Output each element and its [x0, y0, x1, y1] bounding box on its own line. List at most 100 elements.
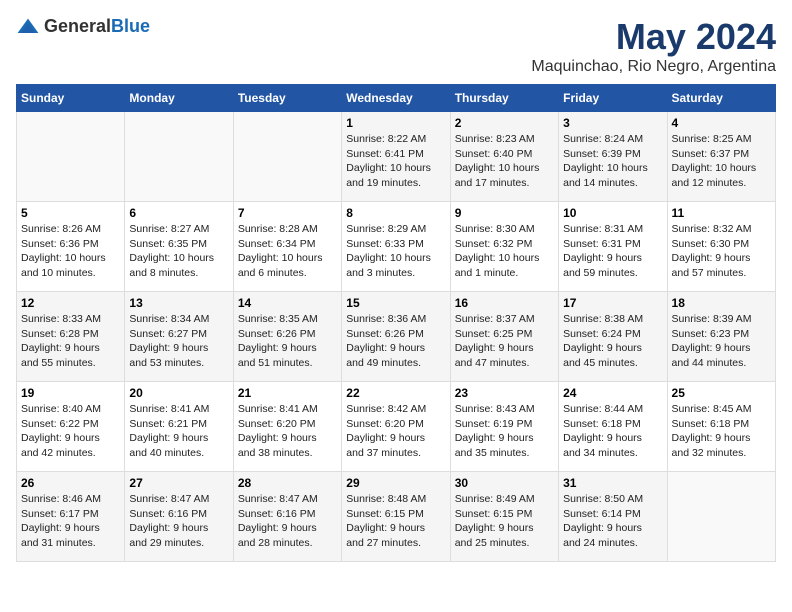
logo: GeneralBlue: [16, 16, 150, 37]
calendar-cell: 2Sunrise: 8:23 AM Sunset: 6:40 PM Daylig…: [450, 112, 558, 202]
header-day: Monday: [125, 85, 233, 112]
day-info: Sunrise: 8:49 AM Sunset: 6:15 PM Dayligh…: [455, 492, 554, 551]
title-area: May 2024 Maquinchao, Rio Negro, Argentin…: [531, 16, 776, 76]
day-number: 20: [129, 386, 228, 400]
calendar-cell: 24 Sunrise: 8:44 AM Sunset: 6:18 PM Dayli…: [559, 382, 667, 472]
day-number: 30: [455, 476, 554, 490]
calendar-cell: 18Sunrise: 8:39 AM Sunset: 6:23 PM Dayli…: [667, 292, 775, 382]
day-number: 31: [563, 476, 662, 490]
day-info: Sunrise: 8:39 AM Sunset: 6:23 PM Dayligh…: [672, 312, 771, 371]
day-number: 16: [455, 296, 554, 310]
header-day: Saturday: [667, 85, 775, 112]
calendar-cell: 10Sunrise: 8:31 AM Sunset: 6:31 PM Dayli…: [559, 202, 667, 292]
calendar-week-row: 1 Sunrise: 8:22 AM Sunset: 6:41 PM Daylig…: [17, 112, 776, 202]
calendar-cell: 6 Sunrise: 8:27 AM Sunset: 6:35 PM Daylig…: [125, 202, 233, 292]
calendar-cell: 4 Sunrise: 8:25 AM Sunset: 6:37 PM Daylig…: [667, 112, 775, 202]
calendar-cell: 1 Sunrise: 8:22 AM Sunset: 6:41 PM Daylig…: [342, 112, 450, 202]
header-day: Friday: [559, 85, 667, 112]
calendar-week-row: 26Sunrise: 8:46 AM Sunset: 6:17 PM Dayli…: [17, 472, 776, 562]
header-day: Tuesday: [233, 85, 341, 112]
day-number: 4: [672, 116, 771, 130]
day-info: Sunrise: 8:25 AM Sunset: 6:37 PM Dayligh…: [672, 132, 771, 191]
calendar-cell: 12 Sunrise: 8:33 AM Sunset: 6:28 PM Dayli…: [17, 292, 125, 382]
main-title: May 2024: [531, 16, 776, 58]
subtitle: Maquinchao, Rio Negro, Argentina: [531, 58, 776, 76]
calendar-cell: 7 Sunrise: 8:28 AM Sunset: 6:34 PM Daylig…: [233, 202, 341, 292]
day-info: Sunrise: 8:50 AM Sunset: 6:14 PM Dayligh…: [563, 492, 662, 551]
day-info: Sunrise: 8:40 AM Sunset: 6:22 PM Dayligh…: [21, 402, 120, 461]
logo-text-blue: Blue: [111, 16, 150, 36]
calendar-cell: 9 Sunrise: 8:30 AM Sunset: 6:32 PM Daylig…: [450, 202, 558, 292]
calendar-cell: 27Sunrise: 8:47 AM Sunset: 6:16 PM Dayli…: [125, 472, 233, 562]
day-number: 7: [238, 206, 337, 220]
calendar-cell: [667, 472, 775, 562]
day-info: Sunrise: 8:33 AM Sunset: 6:28 PM Dayligh…: [21, 312, 120, 371]
calendar-cell: [233, 112, 341, 202]
calendar-cell: 5 Sunrise: 8:26 AM Sunset: 6:36 PM Daylig…: [17, 202, 125, 292]
calendar-cell: 14 Sunrise: 8:35 AM Sunset: 6:26 PM Dayli…: [233, 292, 341, 382]
day-info: Sunrise: 8:44 AM Sunset: 6:18 PM Dayligh…: [563, 402, 662, 461]
day-number: 14: [238, 296, 337, 310]
calendar-cell: 20 Sunrise: 8:41 AM Sunset: 6:21 PM Dayli…: [125, 382, 233, 472]
day-number: 17: [563, 296, 662, 310]
day-info: Sunrise: 8:47 AM Sunset: 6:16 PM Dayligh…: [129, 492, 228, 551]
day-info: Sunrise: 8:36 AM Sunset: 6:26 PM Dayligh…: [346, 312, 445, 371]
day-number: 29: [346, 476, 445, 490]
day-number: 1: [346, 116, 445, 130]
header-row: SundayMondayTuesdayWednesdayThursdayFrid…: [17, 85, 776, 112]
day-info: Sunrise: 8:34 AM Sunset: 6:27 PM Dayligh…: [129, 312, 228, 371]
day-number: 3: [563, 116, 662, 130]
day-number: 10: [563, 206, 662, 220]
day-info: Sunrise: 8:27 AM Sunset: 6:35 PM Dayligh…: [129, 222, 228, 281]
day-info: Sunrise: 8:46 AM Sunset: 6:17 PM Dayligh…: [21, 492, 120, 551]
calendar-cell: 16 Sunrise: 8:37 AM Sunset: 6:25 PM Dayli…: [450, 292, 558, 382]
calendar-cell: 31 Sunrise: 8:50 AM Sunset: 6:14 PM Dayli…: [559, 472, 667, 562]
calendar-cell: 29 Sunrise: 8:48 AM Sunset: 6:15 PM Dayli…: [342, 472, 450, 562]
day-number: 13: [129, 296, 228, 310]
day-number: 5: [21, 206, 120, 220]
day-info: Sunrise: 8:35 AM Sunset: 6:26 PM Dayligh…: [238, 312, 337, 371]
calendar-cell: 13 Sunrise: 8:34 AM Sunset: 6:27 PM Dayli…: [125, 292, 233, 382]
day-info: Sunrise: 8:32 AM Sunset: 6:30 PM Dayligh…: [672, 222, 771, 281]
day-number: 24: [563, 386, 662, 400]
calendar-cell: 19Sunrise: 8:40 AM Sunset: 6:22 PM Dayli…: [17, 382, 125, 472]
calendar-table: SundayMondayTuesdayWednesdayThursdayFrid…: [16, 84, 776, 562]
day-info: Sunrise: 8:41 AM Sunset: 6:21 PM Dayligh…: [129, 402, 228, 461]
day-info: Sunrise: 8:28 AM Sunset: 6:34 PM Dayligh…: [238, 222, 337, 281]
day-info: Sunrise: 8:43 AM Sunset: 6:19 PM Dayligh…: [455, 402, 554, 461]
header-day: Thursday: [450, 85, 558, 112]
day-info: Sunrise: 8:45 AM Sunset: 6:18 PM Dayligh…: [672, 402, 771, 461]
day-number: 9: [455, 206, 554, 220]
day-number: 11: [672, 206, 771, 220]
calendar-cell: 25Sunrise: 8:45 AM Sunset: 6:18 PM Dayli…: [667, 382, 775, 472]
calendar-week-row: 12 Sunrise: 8:33 AM Sunset: 6:28 PM Dayli…: [17, 292, 776, 382]
day-info: Sunrise: 8:24 AM Sunset: 6:39 PM Dayligh…: [563, 132, 662, 191]
day-info: Sunrise: 8:48 AM Sunset: 6:15 PM Dayligh…: [346, 492, 445, 551]
day-info: Sunrise: 8:23 AM Sunset: 6:40 PM Dayligh…: [455, 132, 554, 191]
day-number: 8: [346, 206, 445, 220]
calendar-cell: 28Sunrise: 8:47 AM Sunset: 6:16 PM Dayli…: [233, 472, 341, 562]
day-number: 22: [346, 386, 445, 400]
day-info: Sunrise: 8:30 AM Sunset: 6:32 PM Dayligh…: [455, 222, 554, 281]
day-info: Sunrise: 8:42 AM Sunset: 6:20 PM Dayligh…: [346, 402, 445, 461]
day-number: 12: [21, 296, 120, 310]
day-info: Sunrise: 8:22 AM Sunset: 6:41 PM Dayligh…: [346, 132, 445, 191]
day-info: Sunrise: 8:41 AM Sunset: 6:20 PM Dayligh…: [238, 402, 337, 461]
day-info: Sunrise: 8:26 AM Sunset: 6:36 PM Dayligh…: [21, 222, 120, 281]
calendar-cell: 11 Sunrise: 8:32 AM Sunset: 6:30 PM Dayli…: [667, 202, 775, 292]
day-number: 21: [238, 386, 337, 400]
day-info: Sunrise: 8:47 AM Sunset: 6:16 PM Dayligh…: [238, 492, 337, 551]
calendar-cell: 8 Sunrise: 8:29 AM Sunset: 6:33 PM Daylig…: [342, 202, 450, 292]
calendar-cell: 17Sunrise: 8:38 AM Sunset: 6:24 PM Dayli…: [559, 292, 667, 382]
calendar-cell: 23Sunrise: 8:43 AM Sunset: 6:19 PM Dayli…: [450, 382, 558, 472]
day-info: Sunrise: 8:29 AM Sunset: 6:33 PM Dayligh…: [346, 222, 445, 281]
day-info: Sunrise: 8:37 AM Sunset: 6:25 PM Dayligh…: [455, 312, 554, 371]
calendar-cell: 22 Sunrise: 8:42 AM Sunset: 6:20 PM Dayli…: [342, 382, 450, 472]
calendar-cell: 15 Sunrise: 8:36 AM Sunset: 6:26 PM Dayli…: [342, 292, 450, 382]
calendar-cell: 3 Sunrise: 8:24 AM Sunset: 6:39 PM Daylig…: [559, 112, 667, 202]
calendar-cell: 30 Sunrise: 8:49 AM Sunset: 6:15 PM Dayli…: [450, 472, 558, 562]
calendar-cell: [125, 112, 233, 202]
calendar-cell: [17, 112, 125, 202]
day-number: 6: [129, 206, 228, 220]
day-number: 15: [346, 296, 445, 310]
